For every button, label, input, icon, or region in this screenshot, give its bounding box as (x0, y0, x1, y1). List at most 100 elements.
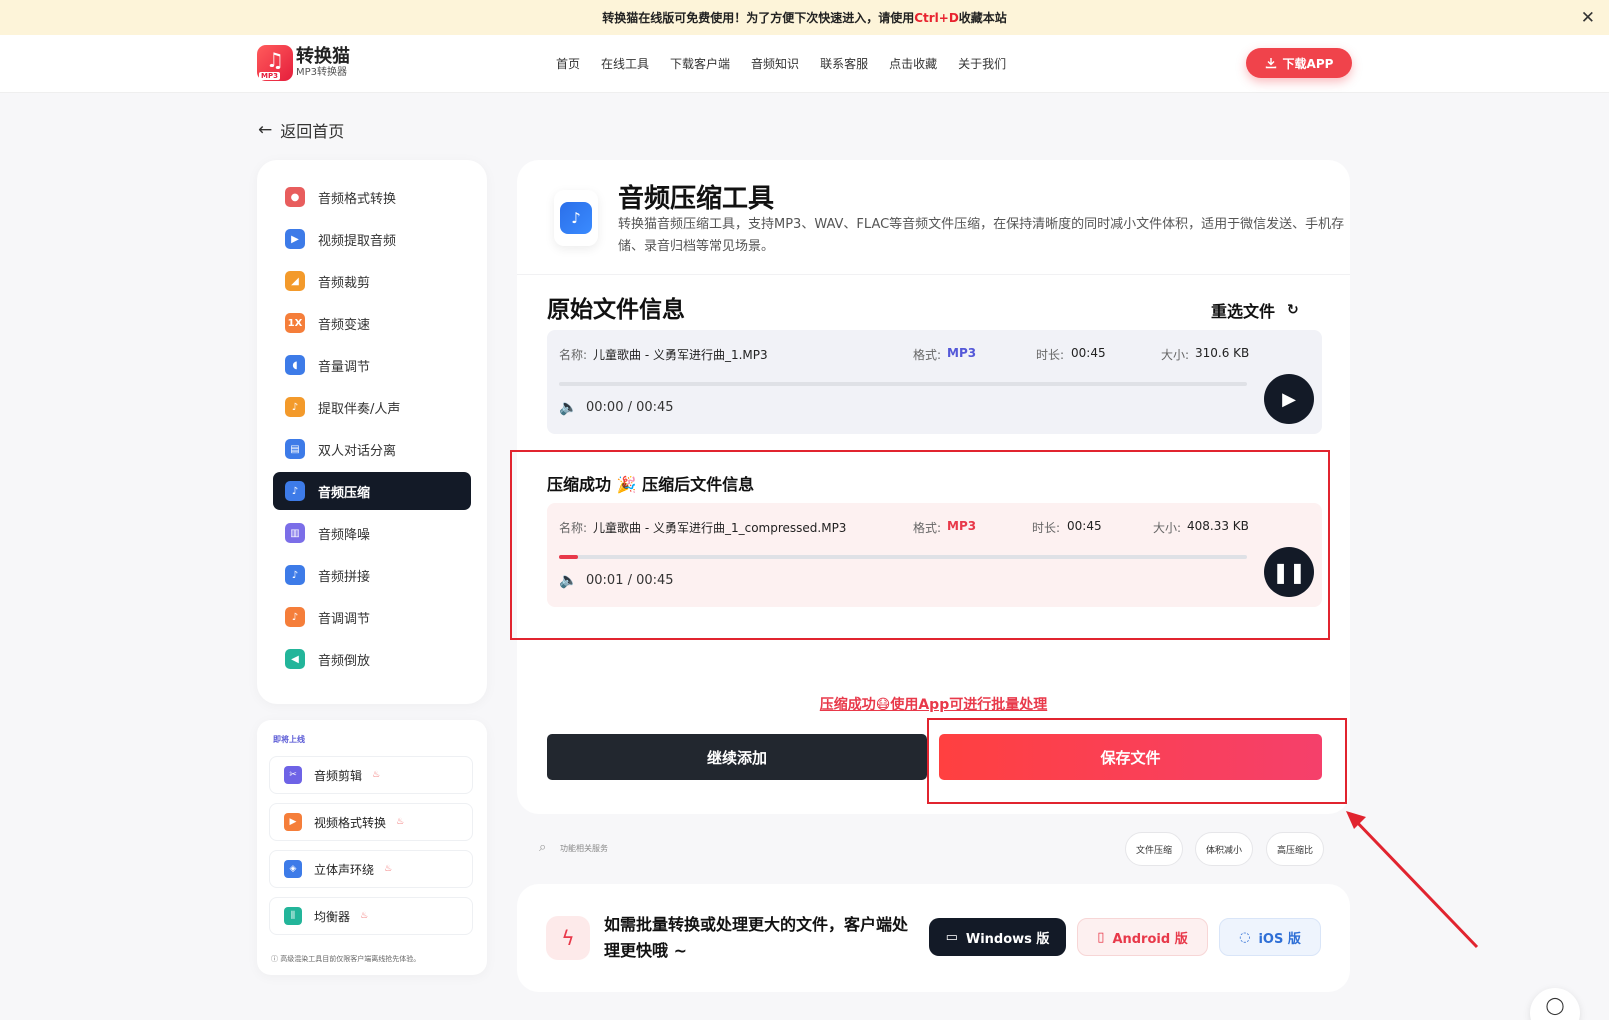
sidebar-item[interactable]: ● 音频格式转换 (273, 178, 471, 216)
close-icon[interactable]: ✕ (1581, 8, 1595, 28)
site-logo[interactable]: ♫ MP3 转换猫 MP3转换器 (257, 45, 350, 81)
sidebar-item[interactable]: ♪ 提取伴奏/人声 (273, 388, 471, 426)
chip-high-ratio[interactable]: 高压缩比 (1266, 832, 1325, 866)
coming-soon-label: 视频格式转换 (314, 815, 387, 830)
hot-icon: ♨ (360, 911, 369, 921)
sidebar-item[interactable]: 1X 音频变速 (273, 304, 471, 342)
audio-edit-icon: ✂ (284, 766, 302, 784)
compressed-file-format: MP3 (947, 519, 977, 533)
sidebar-item-label: 提取伴奏/人声 (318, 401, 401, 417)
dialog-split-icon: ▤ (285, 439, 305, 459)
name-label: 名称: (559, 521, 588, 535)
coming-soon-panel: 即将上线 ⓘ 高级混染工具目前仅限客户端离线抢先体验。 ✂ 音频剪辑 ♨ ▶ 视频格式转… (257, 720, 487, 975)
equalizer-icon: ⫼ (284, 907, 302, 925)
nav-online-tools[interactable]: 在线工具 (601, 55, 649, 72)
compressed-title: 压缩成功 🎉 压缩后文件信息 (547, 475, 755, 494)
announcement-bar: 转换猫在线版可免费使用！为了方便下次快速进入，请使用 Ctrl+D 收藏本站 ✕ (0, 0, 1609, 35)
original-file-size: 310.6 KB (1195, 346, 1250, 360)
windows-download-button[interactable]: ▭ Windows 版 (929, 918, 1066, 956)
phone-icon: ▯ (1097, 929, 1105, 945)
compressed-file-size: 408.33 KB (1187, 519, 1249, 533)
duration-label: 时长: (1036, 348, 1065, 362)
sidebar-item[interactable]: ♪ 音频拼接 (273, 556, 471, 594)
pause-button[interactable]: ❚❚ (1264, 547, 1314, 597)
denoise-icon: ▥ (285, 523, 305, 543)
sidebar-item[interactable]: ♪ 音频压缩 (273, 472, 471, 510)
compressed-progress-track[interactable] (559, 555, 1247, 559)
ios-download-button[interactable]: ◌ iOS 版 (1219, 918, 1321, 956)
divider (517, 274, 1350, 275)
tool-sidebar: ● 音频格式转换 ▶ 视频提取音频 ◢ 音频裁剪 1X 音频变速 ◖ 音量调节 ♪ 提取伴奏/人声 ▤ 双… (257, 160, 487, 704)
announcement-suffix: 收藏本站 (958, 11, 1007, 25)
video-format-icon: ▶ (284, 813, 302, 831)
duration-label: 时长: (1032, 521, 1061, 535)
nav-audio-knowledge[interactable]: 音频知识 (751, 55, 799, 72)
nav-bookmark[interactable]: 点击收藏 (889, 55, 937, 72)
sidebar-item[interactable]: ◢ 音频裁剪 (273, 262, 471, 300)
compressed-file-name: 儿童歌曲 - 义勇军进行曲_1_compressed.MP3 (593, 521, 847, 535)
compressed-time: 00:01 / 00:45 (586, 573, 674, 588)
audio-cut-icon: ◢ (285, 271, 305, 291)
chat-support-button[interactable]: ◯ (1530, 988, 1580, 1020)
coming-soon-item[interactable]: ✂ 音频剪辑 ♨ (269, 756, 473, 794)
save-highlight-box (927, 718, 1347, 804)
coming-soon-label: 立体声环绕 (314, 862, 375, 877)
sidebar-item-label: 音频倒放 (318, 653, 371, 669)
pause-icon: ❚❚ (1272, 560, 1306, 584)
coming-soon-label: 音频剪辑 (314, 768, 363, 783)
play-icon: ▶ (1282, 388, 1296, 410)
sidebar-item[interactable]: ▤ 双人对话分离 (273, 430, 471, 468)
hot-icon: ♨ (372, 770, 381, 780)
sidebar-item[interactable]: ◀ 音频倒放 (273, 640, 471, 678)
continue-add-button[interactable]: 继续添加 (547, 734, 927, 780)
logo-subtitle: MP3转换器 (296, 67, 348, 78)
reselect-file-button[interactable]: 重选文件 ↻ (1211, 298, 1299, 322)
tool-description: 转换猫音频压缩工具，支持MP3、WAV、FLAC等音频文件压缩，在保持清晰度的同… (618, 217, 1345, 254)
sidebar-item[interactable]: ♪ 音调调节 (273, 598, 471, 636)
batch-processing-link[interactable]: 压缩成功😷使用App可进行批量处理 (517, 694, 1350, 714)
audio-compress-icon: ♪ (285, 481, 305, 501)
format-label: 格式: (913, 521, 942, 535)
coming-soon-note: ⓘ 高级混染工具目前仅限客户端离线抢先体验。 (271, 955, 421, 963)
back-label: 返回首页 (280, 122, 345, 141)
android-download-button[interactable]: ▯ Android 版 (1077, 918, 1208, 956)
nav-download-client[interactable]: 下载客户端 (670, 55, 730, 72)
sidebar-item[interactable]: ▥ 音频降噪 (273, 514, 471, 552)
download-app-button[interactable]: 下载APP (1246, 48, 1352, 78)
arrow-left-icon: ← (258, 120, 273, 140)
pitch-icon: ♪ (285, 607, 305, 627)
related-services-label: 功能相关服务 (560, 844, 608, 853)
sidebar-item[interactable]: ▶ 视频提取音频 (273, 220, 471, 258)
logo-icon: ♫ MP3 (257, 45, 293, 81)
nav-contact-support[interactable]: 联系客服 (820, 55, 868, 72)
client-download-card: ϟ 如需批量转换或处理更大的文件，客户端处理更快哦 ~ ▭ Windows 版 ▯… (517, 884, 1350, 992)
vocal-extract-icon: ♪ (285, 397, 305, 417)
tool-title: 音频压缩工具 (618, 184, 775, 214)
speed-icon: 1X (285, 313, 305, 333)
monitor-icon: ▭ (945, 929, 958, 945)
chip-size-reduce[interactable]: 体积减小 (1195, 832, 1254, 866)
format-label: 格式: (913, 348, 942, 362)
original-progress-track[interactable] (559, 382, 1247, 386)
size-label: 大小: (1161, 348, 1190, 362)
lightning-icon: ϟ (546, 916, 590, 960)
ios-label: iOS 版 (1258, 931, 1301, 947)
annotation-arrow (1346, 811, 1479, 949)
back-to-home-link[interactable]: ← 返回首页 (258, 118, 344, 142)
sidebar-item[interactable]: ◖ 音量调节 (273, 346, 471, 384)
volume-icon[interactable]: 🔈 (559, 571, 578, 589)
volume-icon[interactable]: 🔈 (559, 398, 578, 416)
nav-about[interactable]: 关于我们 (958, 55, 1006, 72)
sidebar-item-label: 音频裁剪 (318, 275, 371, 291)
format-convert-icon: ● (285, 187, 305, 207)
play-button[interactable]: ▶ (1264, 374, 1314, 424)
coming-soon-item[interactable]: ▶ 视频格式转换 ♨ (269, 803, 473, 841)
top-nav: 首页 在线工具 下载客户端 音频知识 联系客服 点击收藏 关于我们 (556, 55, 1027, 72)
chip-file-compress[interactable]: 文件压缩 (1125, 832, 1184, 866)
coming-soon-item[interactable]: ⫼ 均衡器 ♨ (269, 897, 473, 935)
nav-home[interactable]: 首页 (556, 55, 580, 72)
logo-title: 转换猫 (296, 46, 350, 67)
original-file-format: MP3 (947, 346, 977, 360)
coming-soon-item[interactable]: ◈ 立体声环绕 ♨ (269, 850, 473, 888)
sidebar-item-label: 音频降噪 (318, 527, 371, 543)
